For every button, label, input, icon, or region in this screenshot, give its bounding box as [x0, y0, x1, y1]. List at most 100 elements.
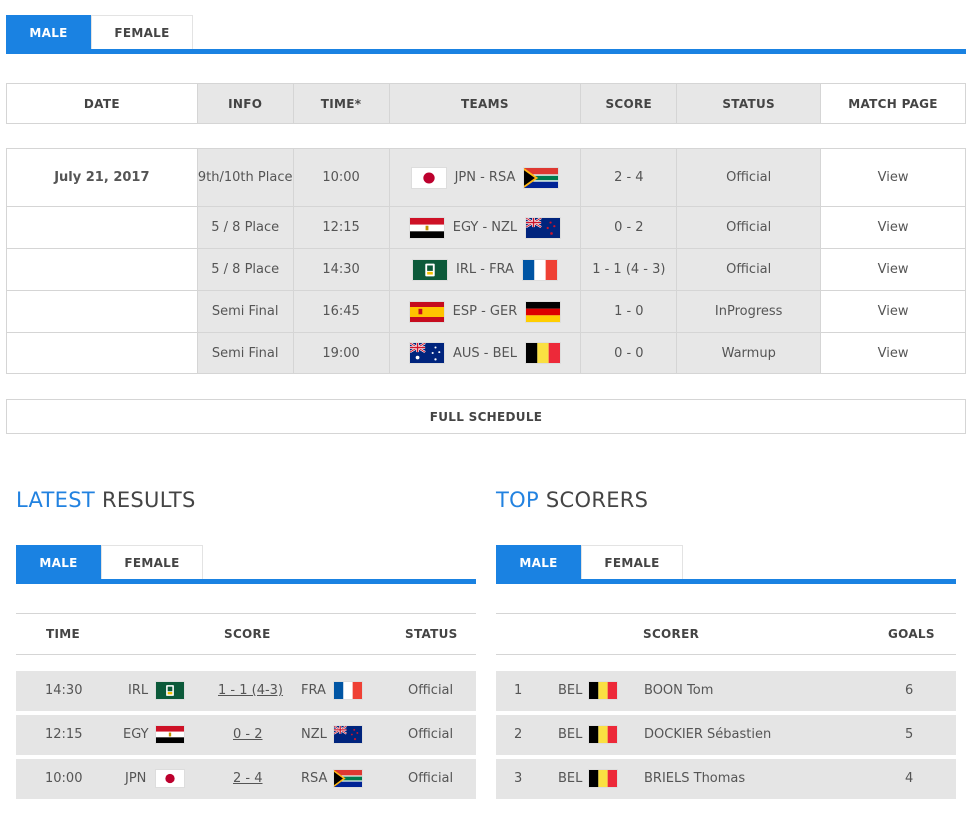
match-score[interactable]: 2 - 4 [580, 148, 678, 207]
title-rest: SCORERS [538, 488, 649, 512]
result-row[interactable]: 12:15 EGY 0 - 2 NZL Official [16, 715, 476, 755]
match-score[interactable]: 0 - 2 [580, 206, 678, 249]
scorer-goals: 5 [905, 727, 914, 742]
scorer-rank: 3 [514, 771, 523, 786]
flag-bel-icon [588, 769, 618, 788]
match-teams: IRL - FRA [388, 248, 582, 291]
empty-date-cell [6, 248, 198, 291]
flag-bel-icon [524, 342, 561, 364]
match-score[interactable]: 1 - 0 [580, 290, 678, 333]
scorer-name: BOON Tom [644, 683, 714, 698]
flag-rsa-icon [523, 166, 560, 189]
team2: NZL [301, 727, 327, 742]
latest-tab-male[interactable]: MALE [16, 545, 101, 579]
teams-label: ESP - GER [452, 304, 518, 319]
match-status: Official [676, 206, 822, 249]
gender-tabs: MALE FEMALE [6, 15, 966, 54]
result-time: 10:00 [45, 771, 83, 786]
match-status: InProgress [676, 290, 822, 333]
table-row: Semi Final 16:45 ESP - GER 1 - 0 InProgr… [6, 290, 966, 333]
match-info: 9th/10th Place [196, 148, 294, 207]
scorer-row[interactable]: 1 BEL BOON Tom 6 [496, 671, 956, 711]
col-score: SCORE [224, 627, 271, 641]
tab-female[interactable]: FEMALE [91, 15, 193, 49]
result-status: Official [408, 683, 454, 698]
team1: IRL [128, 683, 149, 698]
col-match-page: MATCH PAGE [820, 83, 966, 124]
empty-date-cell [6, 332, 198, 374]
scorers-tabs: MALE FEMALE [496, 545, 956, 584]
scorer-team: BEL [558, 683, 583, 698]
match-score[interactable]: 1 - 1 (4 - 3) [580, 248, 678, 291]
result-score-link[interactable]: 0 - 2 [233, 727, 263, 742]
match-status: Official [676, 148, 822, 207]
team2: RSA [301, 771, 328, 786]
col-time: TIME [46, 627, 80, 641]
latest-tab-female[interactable]: FEMALE [101, 545, 203, 579]
title-rest: RESULTS [94, 488, 196, 512]
match-teams: EGY - NZL [388, 206, 582, 249]
result-score-link[interactable]: 2 - 4 [233, 771, 263, 786]
latest-header: TIME SCORE STATUS [16, 613, 476, 655]
col-time: TIME* [292, 83, 390, 124]
col-status: STATUS [405, 627, 458, 641]
tab-male[interactable]: MALE [6, 15, 91, 49]
view-link[interactable]: View [820, 332, 966, 374]
view-link[interactable]: View [820, 206, 966, 249]
tab-underline [496, 579, 956, 584]
scorers-tab-male[interactable]: MALE [496, 545, 581, 579]
col-score: SCORE [580, 83, 678, 124]
result-row[interactable]: 14:30 IRL 1 - 1 (4-3) FRA Official [16, 671, 476, 711]
latest-tabs: MALE FEMALE [16, 545, 476, 584]
view-link[interactable]: View [820, 290, 966, 333]
view-link[interactable]: View [820, 248, 966, 291]
match-info: 5 / 8 Place [196, 206, 294, 249]
title-highlight: TOP [496, 488, 539, 512]
scorers-header: SCORER GOALS [496, 613, 956, 655]
scorer-goals: 4 [905, 771, 914, 786]
result-row[interactable]: 10:00 JPN 2 - 4 RSA Official [16, 759, 476, 799]
flag-bel-icon [588, 725, 618, 744]
empty-date-cell [6, 206, 198, 249]
top-scorers-title: TOP SCORERS [496, 488, 648, 512]
tab-underline [16, 579, 476, 584]
scorer-name: DOCKIER Sébastien [644, 727, 772, 742]
match-teams: JPN - RSA [388, 148, 582, 207]
flag-irl-icon [412, 258, 448, 281]
flag-fra-icon [333, 681, 363, 700]
view-link[interactable]: View [820, 148, 966, 207]
teams-label: IRL - FRA [456, 262, 514, 277]
schedule-table: July 21, 2017 9th/10th Place 10:00 JPN -… [6, 148, 966, 374]
scorer-row[interactable]: 3 BEL BRIELS Thomas 4 [496, 759, 956, 799]
scorer-row[interactable]: 2 BEL DOCKIER Sébastien 5 [496, 715, 956, 755]
scorers-tab-female[interactable]: FEMALE [581, 545, 683, 579]
schedule-header: DATE INFO TIME* TEAMS SCORE STATUS MATCH… [6, 83, 966, 124]
col-goals: GOALS [888, 627, 935, 641]
team1: JPN [125, 771, 147, 786]
flag-egy-icon [155, 725, 185, 744]
empty-date-cell [6, 290, 198, 333]
col-date: DATE [6, 83, 198, 124]
match-status: Warmup [676, 332, 822, 374]
full-schedule-button[interactable]: FULL SCHEDULE [6, 399, 966, 434]
match-score[interactable]: 0 - 0 [580, 332, 678, 374]
match-teams: ESP - GER [388, 290, 582, 333]
match-info: Semi Final [196, 332, 294, 374]
flag-fra-icon [521, 258, 558, 281]
result-status: Official [408, 771, 454, 786]
team2: FRA [301, 683, 326, 698]
result-score-link[interactable]: 1 - 1 (4-3) [218, 683, 283, 698]
scorer-rank: 1 [514, 683, 523, 698]
table-row: 5 / 8 Place 12:15 EGY - NZL 0 - 2 Offici… [6, 206, 966, 249]
team1: EGY [123, 727, 149, 742]
match-time: 10:00 [292, 148, 390, 207]
scorer-team: BEL [558, 727, 583, 742]
title-highlight: LATEST [16, 488, 95, 512]
scorer-rank: 2 [514, 727, 523, 742]
match-info: 5 / 8 Place [196, 248, 294, 291]
teams-label: EGY - NZL [452, 220, 518, 235]
match-time: 19:00 [292, 332, 390, 374]
latest-results-title: LATEST RESULTS [16, 488, 196, 512]
tab-underline [6, 49, 966, 54]
flag-rsa-icon [333, 769, 363, 788]
